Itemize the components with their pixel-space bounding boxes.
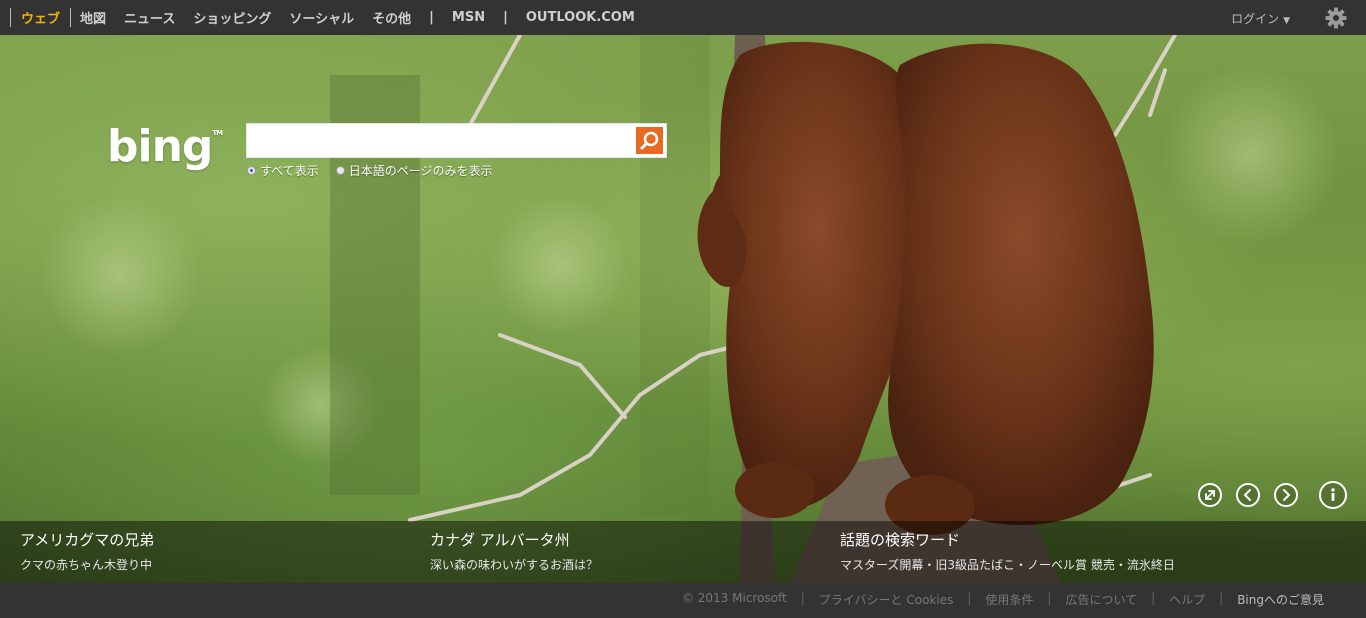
caption-subtitle: クマの赤ちゃん木登り中 [20, 558, 153, 572]
chevron-down-icon: ▼ [1283, 16, 1290, 26]
language-filter: すべて表示 日本語のページのみを表示 [247, 162, 509, 179]
login-button[interactable]: ログイン ▼ [1231, 10, 1290, 27]
info-icon [1331, 488, 1335, 501]
caption-location[interactable]: カナダ アルバータ州 深い森の味わいがするお酒は？ [430, 529, 598, 573]
nav-item-shopping[interactable]: ショッピング [184, 8, 280, 27]
footer-links: © 2013 Microsoft | プライバシーと Cookies | 使用条… [682, 591, 1324, 608]
footer-separator: | [1151, 591, 1156, 605]
caption-strip: アメリカグマの兄弟 クマの赤ちゃん木登り中 カナダ アルバータ州 深い森の味わい… [0, 521, 1366, 583]
bing-logo[interactable]: bingTM [107, 121, 223, 172]
info-button[interactable] [1319, 481, 1347, 509]
nav-item-more[interactable]: その他 [363, 8, 420, 27]
footer-link-help[interactable]: ヘルプ [1169, 591, 1205, 608]
caption-subtitle: マスターズ開幕・旧3級品たばこ・ノーベル賞 競売・流氷終日 [840, 558, 1175, 572]
bing-logo-text: bing [107, 121, 213, 172]
footer-separator: | [800, 591, 805, 605]
nav-item-news[interactable]: ニュース [115, 8, 184, 27]
expand-icon [1205, 490, 1215, 500]
nav-link-msn[interactable]: MSN [443, 10, 494, 25]
nav-separator: | [503, 10, 508, 25]
trademark: TM [212, 129, 223, 137]
caption-title: カナダ アルバータ州 [430, 531, 570, 549]
login-label: ログイン [1231, 12, 1280, 26]
top-navigation-bar: ウェブ 地図 ニュース ショッピング ソーシャル その他 | MSN | OUT… [0, 0, 1366, 35]
gear-icon[interactable] [1325, 7, 1347, 29]
copyright: © 2013 Microsoft [681, 591, 787, 605]
radio-label: 日本語のページのみを表示 [348, 164, 493, 178]
nav-separator: | [429, 10, 434, 25]
nav-item-social[interactable]: ソーシャル [280, 8, 363, 27]
radio-selected-indicator [247, 166, 256, 175]
background-photo: bingTM すべて表示 日本語のページのみを表示 アメリカグマの兄弟 クマの赤… [0, 35, 1366, 583]
radio-japanese-only[interactable]: 日本語のページのみを表示 [335, 162, 493, 179]
search-icon [640, 131, 659, 150]
footer-link-privacy[interactable]: プライバシーと Cookies [819, 591, 954, 608]
radio-all-results[interactable]: すべて表示 [247, 162, 319, 179]
radio-indicator [335, 166, 345, 175]
previous-image-button[interactable] [1236, 483, 1260, 507]
footer: © 2013 Microsoft | プライバシーと Cookies | 使用条… [0, 583, 1366, 618]
caption-title: 話題の検索ワード [840, 531, 961, 549]
bear-cubs-illustration [40, 35, 1340, 583]
caption-image-title[interactable]: アメリカグマの兄弟 クマの赤ちゃん木登り中 [20, 529, 154, 573]
scope-nav: ウェブ 地図 ニュース ショッピング ソーシャル その他 | MSN | OUT… [10, 0, 644, 35]
caption-trending[interactable]: 話題の検索ワード マスターズ開幕・旧3級品たばこ・ノーベル賞 競売・流氷終日 [840, 529, 1175, 573]
search-input[interactable] [251, 128, 635, 156]
caption-title: アメリカグマの兄弟 [20, 531, 155, 549]
footer-link-feedback[interactable]: Bingへのご意見 [1237, 591, 1324, 608]
nav-item-web[interactable]: ウェブ [10, 8, 72, 27]
nav-link-outlook[interactable]: OUTLOOK.COM [517, 10, 644, 25]
footer-separator: | [1047, 591, 1052, 605]
footer-link-advertising[interactable]: 広告について [1065, 591, 1137, 608]
caption-subtitle: 深い森の味わいがするお酒は？ [430, 558, 599, 572]
search-box [246, 123, 667, 158]
search-button[interactable] [636, 127, 663, 154]
next-icon [1283, 489, 1291, 501]
next-image-button[interactable] [1274, 483, 1298, 507]
footer-link-terms[interactable]: 使用条件 [985, 591, 1033, 608]
previous-icon [1243, 489, 1251, 501]
expand-button[interactable] [1198, 483, 1222, 507]
nav-item-maps[interactable]: 地図 [71, 8, 115, 27]
footer-separator: | [1219, 591, 1224, 605]
footer-separator: | [967, 591, 972, 605]
radio-label: すべて表示 [260, 164, 319, 178]
